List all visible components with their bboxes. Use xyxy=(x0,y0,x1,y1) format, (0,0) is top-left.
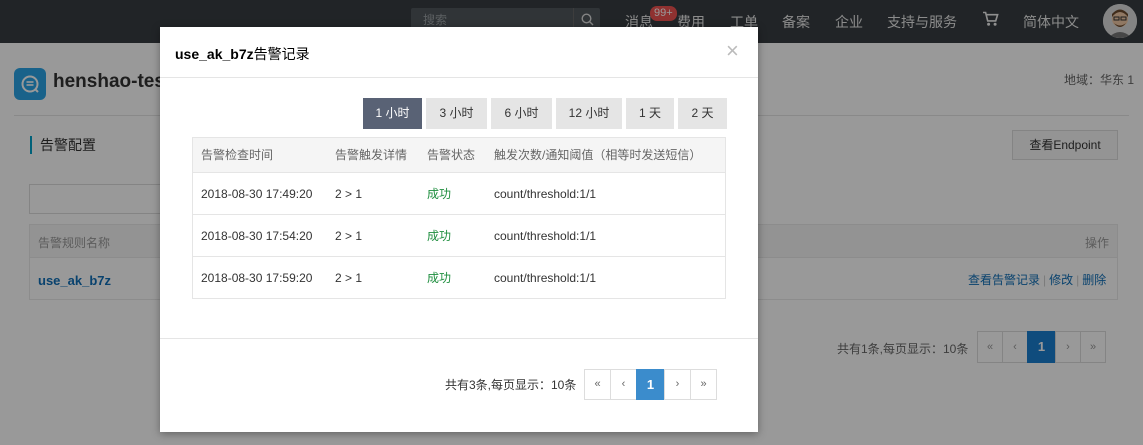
col-count-threshold: 触发次数/通知阈值（相等时发送短信） xyxy=(494,148,702,162)
col-status: 告警状态 xyxy=(427,148,476,162)
dialog-title-rule: use_ak_b7z xyxy=(175,46,254,62)
trigger-detail-cell: 2 > 1 xyxy=(335,187,363,201)
status-cell: 成功 xyxy=(427,229,452,243)
table-row: 2018-08-30 17:49:20 2 > 1 成功 count/thres… xyxy=(193,172,725,214)
tab-3-hours[interactable]: 3 小时 xyxy=(426,98,487,129)
tab-12-hours[interactable]: 12 小时 xyxy=(556,98,622,129)
tab-6-hours[interactable]: 6 小时 xyxy=(491,98,552,129)
check-time-cell: 2018-08-30 17:54:20 xyxy=(201,229,313,243)
status-cell: 成功 xyxy=(427,187,452,201)
dialog-pager-summary: 共有3条,每页显示：10条 xyxy=(445,378,577,392)
dialog-footer-divider xyxy=(160,338,758,339)
dialog-pagination: « ‹ 1 › » xyxy=(584,369,717,400)
check-time-cell: 2018-08-30 17:49:20 xyxy=(201,187,313,201)
time-range-tabs: 1 小时 3 小时 6 小时 12 小时 1 天 2 天 xyxy=(363,98,731,129)
table-row: 2018-08-30 17:59:20 2 > 1 成功 count/thres… xyxy=(193,256,725,298)
col-check-time: 告警检查时间 xyxy=(201,148,274,162)
tab-2-days[interactable]: 2 天 xyxy=(678,98,727,129)
pager-page-1[interactable]: 1 xyxy=(636,369,665,400)
trigger-detail-cell: 2 > 1 xyxy=(335,271,363,285)
pager-first-button[interactable]: « xyxy=(584,369,611,400)
trigger-detail-cell: 2 > 1 xyxy=(335,229,363,243)
dialog-title: use_ak_b7z告警记录 xyxy=(175,44,310,64)
table-row: 2018-08-30 17:54:20 2 > 1 成功 count/thres… xyxy=(193,214,725,256)
count-threshold-cell: count/threshold:1/1 xyxy=(494,187,597,201)
table-header-row: 告警检查时间 告警触发详情 告警状态 触发次数/通知阈值（相等时发送短信） xyxy=(193,138,725,172)
check-time-cell: 2018-08-30 17:59:20 xyxy=(201,271,313,285)
count-threshold-cell: count/threshold:1/1 xyxy=(494,271,597,285)
dialog-header-divider xyxy=(160,77,758,78)
status-cell: 成功 xyxy=(427,271,452,285)
close-icon[interactable]: × xyxy=(726,40,739,62)
tab-1-hour[interactable]: 1 小时 xyxy=(363,98,422,129)
dialog-title-suffix: 告警记录 xyxy=(253,46,310,62)
pager-next-button[interactable]: › xyxy=(664,369,691,400)
col-trigger-detail: 告警触发详情 xyxy=(335,148,408,162)
count-threshold-cell: count/threshold:1/1 xyxy=(494,229,597,243)
alert-records-table: 告警检查时间 告警触发详情 告警状态 触发次数/通知阈值（相等时发送短信） 20… xyxy=(192,137,726,299)
pager-prev-button[interactable]: ‹ xyxy=(610,369,637,400)
tab-1-day[interactable]: 1 天 xyxy=(626,98,674,129)
alert-records-dialog: use_ak_b7z告警记录 × 1 小时 3 小时 6 小时 12 小时 1 … xyxy=(160,27,758,432)
pager-last-button[interactable]: » xyxy=(690,369,717,400)
